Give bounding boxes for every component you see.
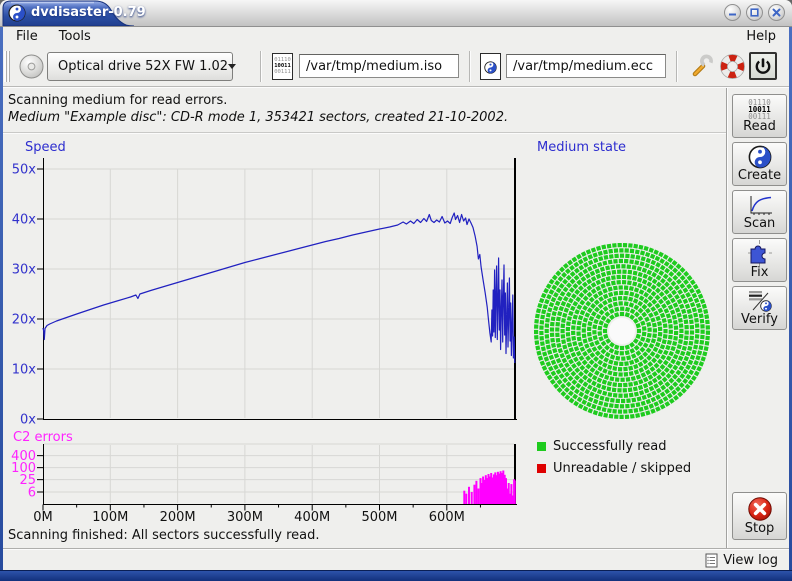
help-lifesaver-icon[interactable] (719, 53, 746, 80)
minimize-button[interactable] (724, 4, 741, 21)
svg-text:300M: 300M (227, 510, 263, 525)
log-list-icon (705, 553, 718, 568)
iso-file-icon: 011101001100111 (272, 53, 293, 80)
stop-label: Stop (745, 522, 775, 536)
svg-text:10x: 10x (12, 363, 37, 378)
verify-button[interactable]: Verify (732, 286, 787, 330)
svg-text:0x: 0x (20, 413, 36, 428)
read-label: Read (743, 120, 776, 134)
create-button[interactable]: Create (732, 142, 787, 186)
scan-chart-icon (747, 194, 773, 217)
ecc-file-icon (480, 53, 501, 80)
legend-swatch-read (537, 442, 546, 451)
svg-text:50x: 50x (12, 163, 37, 178)
scan-label: Scan (744, 217, 776, 231)
window-title: dvdisaster-0.79 (31, 0, 146, 25)
yinyang-icon (748, 145, 772, 169)
app-window: dvdisaster-0.79 File Tools Help Optical … (0, 0, 792, 581)
status-line-2: Medium "Example disc": CD-R mode 1, 3534… (8, 110, 508, 125)
legend-unreadable: Unreadable / skipped (537, 461, 691, 476)
menu-tools[interactable]: Tools (59, 29, 91, 44)
fix-button[interactable]: Fix (732, 238, 787, 282)
svg-text:20x: 20x (12, 313, 37, 328)
svg-text:100M: 100M (92, 510, 128, 525)
svg-text:C2 errors: C2 errors (13, 430, 73, 445)
preferences-wrench-icon[interactable] (690, 53, 715, 79)
window-border (0, 26, 3, 571)
app-logo-icon (8, 4, 26, 22)
verify-icon (747, 289, 773, 313)
action-sidebar: 011101001100111 Read Create Scan Fix (726, 88, 789, 548)
svg-text:Speed: Speed (25, 140, 66, 155)
legend-swatch-unreadable (537, 464, 546, 473)
read-button[interactable]: 011101001100111 Read (732, 94, 787, 138)
fix-label: Fix (751, 266, 769, 280)
toolbar-handle[interactable] (4, 51, 10, 82)
legend-label-read: Successfully read (553, 439, 666, 454)
stop-x-icon (747, 496, 773, 522)
cd-drive-icon (18, 53, 45, 80)
maximize-button[interactable] (746, 4, 763, 21)
svg-text:40x: 40x (12, 213, 37, 228)
footer-bar: View log (3, 548, 789, 572)
chevron-down-icon (228, 64, 236, 69)
svg-text:500M: 500M (361, 510, 397, 525)
power-icon (754, 57, 772, 75)
svg-text:0M: 0M (33, 510, 53, 525)
close-button[interactable] (768, 4, 785, 21)
svg-text:30x: 30x (12, 263, 37, 278)
menu-help[interactable]: Help (746, 29, 776, 44)
iso-path-input[interactable] (299, 54, 459, 78)
svg-text:Medium state: Medium state (537, 140, 626, 155)
drive-selector-value: Optical drive 52X FW 1.02 (48, 59, 228, 74)
ecc-path-input[interactable] (506, 54, 666, 78)
separator (3, 132, 726, 134)
menubar: File Tools Help (3, 26, 789, 47)
titlebar[interactable]: dvdisaster-0.79 (0, 0, 792, 27)
svg-text:200M: 200M (160, 510, 196, 525)
menu-file[interactable]: File (16, 29, 38, 44)
stop-button[interactable]: Stop (732, 492, 787, 540)
scan-button[interactable]: Scan (732, 190, 787, 234)
svg-text:600M: 600M (429, 510, 465, 525)
legend-read: Successfully read (537, 439, 666, 454)
svg-text:6: 6 (28, 486, 36, 501)
svg-text:400M: 400M (294, 510, 330, 525)
puzzle-icon (748, 240, 772, 266)
create-label: Create (738, 169, 781, 183)
legend-label-unreadable: Unreadable / skipped (553, 461, 691, 476)
quit-power-button[interactable] (749, 52, 777, 80)
window-border (0, 570, 792, 581)
status-finished: Scanning finished: All sectors successfu… (8, 528, 320, 543)
drive-selector[interactable]: Optical drive 52X FW 1.02 (47, 52, 233, 81)
toolbar: Optical drive 52X FW 1.02 01110100110011… (3, 47, 789, 87)
verify-label: Verify (741, 313, 778, 327)
view-log-button[interactable]: View log (702, 551, 781, 570)
view-log-label: View log (723, 553, 778, 568)
binary-icon: 011101001100111 (748, 99, 771, 120)
status-line-1: Scanning medium for read errors. (8, 93, 227, 108)
